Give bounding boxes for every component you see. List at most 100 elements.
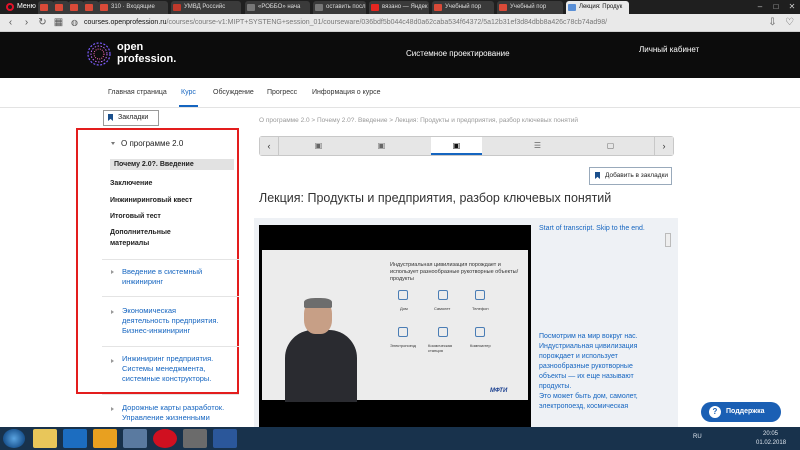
tab-course-info[interactable]: Информация о курсе [312, 89, 381, 96]
browser-tab[interactable]: Лекция: Продук [566, 1, 629, 14]
slide-text: Индустриальная цивилизация порождает и и… [390, 262, 519, 282]
url-path: /courses/course-v1:MIPT+SYSTENG+session_… [166, 19, 608, 26]
transcript-line[interactable]: Индустриальная цивилизация [539, 342, 663, 352]
browser-tab-label: оставить посл [326, 4, 366, 10]
browser-tab[interactable] [53, 1, 69, 14]
maximize-icon[interactable]: □ [768, 0, 784, 14]
transcript-line[interactable]: продукты. [539, 382, 663, 392]
bookmark-icon [108, 114, 113, 121]
speaker-hair [304, 298, 332, 308]
tab-progress[interactable]: Прогресс [267, 89, 297, 96]
start-button-icon[interactable] [3, 429, 25, 448]
house-icon [398, 290, 408, 300]
sidebar-chapter[interactable]: Дорожные карты разработок. Управление жи… [122, 403, 234, 423]
sidebar-chapter[interactable]: Инжиниринг предприятия. Системы менеджме… [122, 354, 234, 384]
outlook-icon[interactable] [63, 429, 87, 448]
transcript-line[interactable]: Посмотрим на мир вокруг нас. [539, 332, 663, 342]
browser-tab[interactable]: «РОББО» нача [245, 1, 310, 14]
network-icon[interactable] [123, 429, 147, 448]
sidebar-chapter[interactable]: Введение в системный инжиниринг [122, 267, 234, 287]
sequence-video-icon[interactable]: ▣ [293, 137, 344, 155]
browser-tab[interactable]: 310 · Входящие [98, 1, 168, 14]
browser-menu-button[interactable]: Меню [2, 1, 40, 13]
sequence-list-icon[interactable]: ☰ [512, 137, 563, 155]
tab-favicon-icon [173, 4, 181, 11]
browser-tab[interactable]: оставить посл [313, 1, 366, 14]
browser-tab[interactable]: УМВД Российс [171, 1, 241, 14]
tab-favicon-icon [568, 4, 576, 11]
word-icon[interactable] [213, 429, 237, 448]
sequence-nav: ‹ ▣ ▣ ▣ ☰ ▢ › [259, 136, 674, 156]
back-icon[interactable]: ‹ [4, 16, 17, 29]
transcript-skip-link[interactable]: Start of transcript. Skip to the end. [539, 224, 663, 234]
reload-icon[interactable]: ↻ [36, 16, 49, 29]
browser-tab[interactable] [83, 1, 99, 14]
sidebar-subsection[interactable]: Заключение [110, 180, 152, 187]
transcript-line[interactable]: объекты — их еще называют [539, 372, 663, 382]
tab-favicon-icon [40, 4, 48, 11]
train-icon [398, 327, 408, 337]
bookmarks-button[interactable]: Закладки [103, 110, 159, 126]
clock-time[interactable]: 20:05 [763, 431, 778, 437]
transcript-line[interactable]: Это может быть дом, самолет, [539, 392, 663, 402]
site-logo-text[interactable]: open profession. [117, 41, 176, 65]
support-button[interactable]: ? Поддержка [701, 402, 781, 422]
add-bookmark-label: Добавить в закладки [605, 172, 668, 179]
transcript-scrollbar[interactable] [665, 233, 671, 247]
language-indicator[interactable]: RU [693, 434, 702, 440]
browser-tab-label: Учебный пор [445, 4, 482, 10]
forward-icon[interactable]: › [20, 16, 33, 29]
tab-course[interactable]: Курс [179, 89, 198, 107]
browser-tab[interactable] [68, 1, 84, 14]
sequence-next-button[interactable]: › [654, 137, 673, 155]
sidebar-subsection[interactable]: материалы [110, 240, 149, 247]
add-bookmark-button[interactable]: Добавить в закладки [589, 167, 672, 185]
sidebar-chapter[interactable]: Экономическая деятельность предприятия. … [122, 306, 234, 336]
url-field[interactable]: courses.openprofession.ru/courses/course… [84, 17, 744, 29]
download-icon[interactable]: ⇩ [766, 16, 779, 29]
tab-discussion[interactable]: Обсуждение [213, 89, 254, 96]
url-host: courses.openprofession.ru [84, 19, 167, 26]
sequence-doc-icon[interactable]: ▢ [585, 137, 636, 155]
transcript-line[interactable]: разнообразные рукотворные [539, 362, 663, 372]
sequence-prev-button[interactable]: ‹ [260, 137, 279, 155]
course-tabs: Главная страница Курс Обсуждение Прогрес… [0, 78, 800, 108]
app-icon[interactable] [183, 429, 207, 448]
caret-right-icon [111, 407, 114, 411]
personal-cabinet-link[interactable]: Личный кабинет [639, 45, 699, 54]
tab-home[interactable]: Главная страница [108, 89, 167, 96]
open-profession-logo-icon[interactable] [86, 41, 112, 67]
opera-taskbar-icon[interactable] [153, 429, 177, 448]
computer-icon [475, 327, 485, 337]
browser-tab[interactable]: Учебный пор [497, 1, 563, 14]
explorer-icon[interactable] [33, 429, 57, 448]
sequence-video-icon[interactable]: ▣ [356, 137, 407, 155]
tab-favicon-icon [70, 4, 78, 11]
sidebar-divider [102, 346, 239, 347]
transcript-line[interactable]: порождает и использует [539, 352, 663, 362]
chapter-line: Дорожные карты разработок. [122, 403, 225, 412]
sidebar-subsection[interactable]: Итоговый тест [110, 213, 161, 220]
caret-down-icon [111, 142, 115, 145]
sidebar-subsection-current[interactable]: Почему 2.0?. Введение [110, 159, 234, 170]
browser-tab[interactable]: вязано — Яндек [369, 1, 429, 14]
sidebar-subsection[interactable]: Инжиниринговый квест [110, 197, 192, 204]
globe-icon: ◍ [71, 18, 78, 27]
transcript-line[interactable]: электропоезд, космическая [539, 402, 663, 412]
sidebar-subsection[interactable]: Дополнительные [110, 229, 171, 236]
bookmark-icon [595, 172, 600, 179]
clock-date[interactable]: 01.02.2018 [756, 440, 786, 446]
1c-icon[interactable] [93, 429, 117, 448]
caret-right-icon [111, 359, 114, 363]
heart-icon[interactable]: ♡ [783, 16, 796, 29]
windows-taskbar [0, 427, 800, 450]
speed-dial-icon[interactable]: ▦ [52, 16, 65, 29]
caret-right-icon [111, 270, 114, 274]
sidebar-section-title[interactable]: О программе 2.0 [121, 139, 183, 148]
close-window-icon[interactable]: ✕ [784, 0, 800, 14]
minimize-icon[interactable]: – [752, 0, 768, 14]
breadcrumb[interactable]: О программе 2.0 > Почему 2.0?. Введение … [259, 117, 578, 124]
sequence-video-icon-active[interactable]: ▣ [431, 137, 482, 155]
browser-tab[interactable]: Учебный пор [432, 1, 494, 14]
browser-tab[interactable] [38, 1, 54, 14]
